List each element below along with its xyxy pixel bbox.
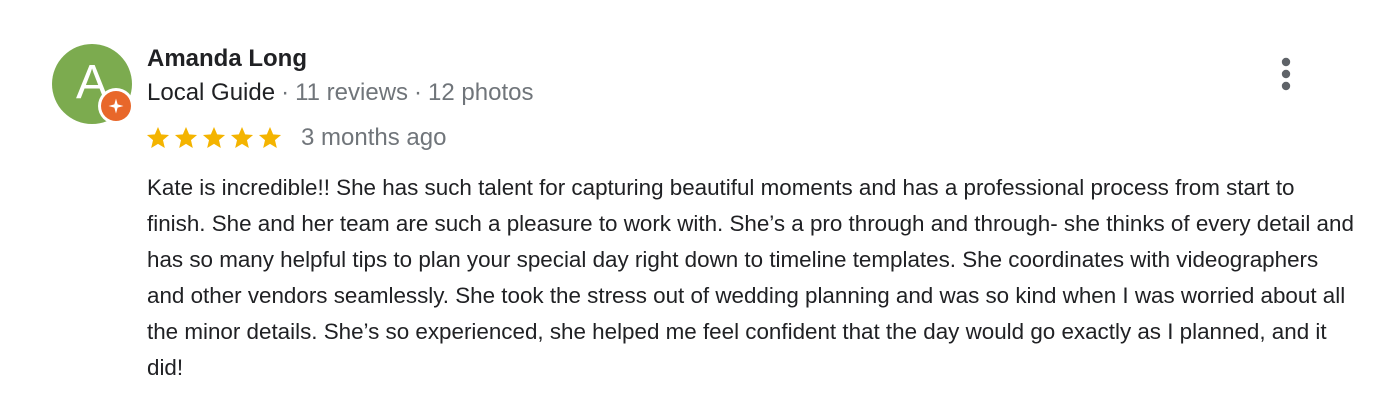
star-icon [145,125,171,151]
review-card: A Amanda Long Local Guide · 11 reviews · 12 … [0,0,1386,418]
photo-count: 12 photos [428,79,534,106]
more-options-button[interactable] [1270,52,1302,96]
star-icon [201,125,227,151]
star-icon [173,125,199,151]
meta-separator: · [281,79,290,106]
star-rating [145,125,283,151]
author-meta: Local Guide · 11 reviews · 12 photos [147,78,533,108]
star-icon [257,125,283,151]
review-time: 3 months ago [301,124,447,151]
review-count: 11 reviews [295,79,409,106]
star-icon [229,125,255,151]
author-name[interactable]: Amanda Long [147,44,307,74]
local-guide-badge-icon [98,88,134,124]
meta-separator: · [414,79,423,106]
rating-row: 3 months ago [145,123,446,153]
local-guide-label: Local Guide [147,79,276,106]
more-vert-icon [1281,57,1291,91]
review-text: Kate is incredible!! She has such talent… [147,175,1354,380]
